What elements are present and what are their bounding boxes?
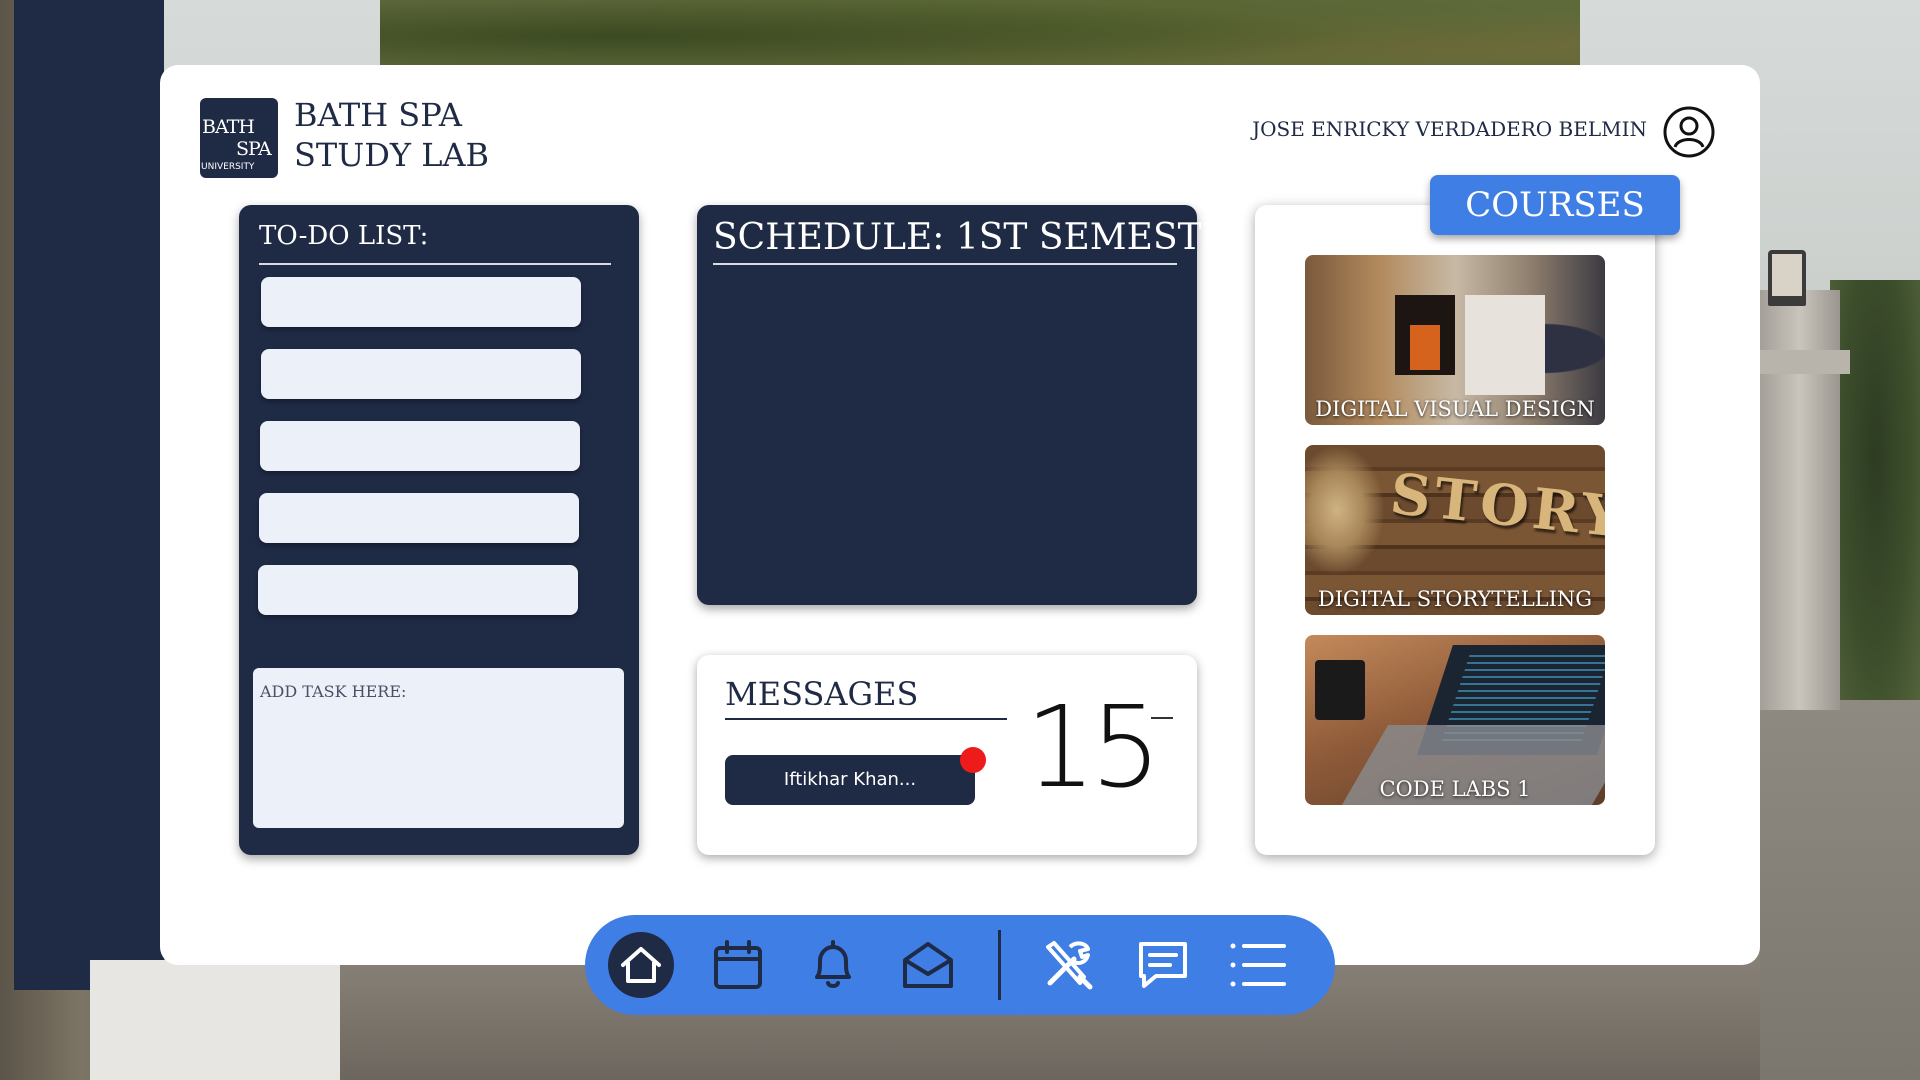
background-pillar-cap xyxy=(1750,350,1850,374)
course-digital-storytelling[interactable]: STORY DIGITAL STORYTELLING xyxy=(1305,445,1605,615)
schedule-divider xyxy=(713,263,1177,265)
schedule-card[interactable]: SCHEDULE: 1ST SEMESTER xyxy=(697,205,1255,605)
nav-separator xyxy=(998,930,1001,1000)
nav-chat-button[interactable] xyxy=(1130,932,1196,998)
schedule-title: SCHEDULE: 1ST SEMESTER xyxy=(713,217,1256,258)
todo-item[interactable] xyxy=(261,277,581,327)
unread-indicator xyxy=(960,747,986,773)
nav-tools-button[interactable] xyxy=(1035,932,1101,998)
background-trees-right xyxy=(1830,280,1920,720)
course-image-letters xyxy=(1305,445,1385,575)
message-count: 15 xyxy=(1025,683,1161,813)
calendar-icon xyxy=(714,940,762,989)
todo-divider xyxy=(259,263,611,265)
logo-text-university: UNIVERSITY xyxy=(201,162,255,172)
courses-card: DIGITAL VISUAL DESIGN STORY DIGITAL STOR… xyxy=(1255,205,1655,855)
course-image-mug xyxy=(1315,660,1365,720)
nav-calendar-button[interactable] xyxy=(705,932,771,998)
courses-tab[interactable]: COURSES xyxy=(1430,175,1680,235)
tools-icon xyxy=(1046,941,1093,990)
add-task-placeholder: ADD TASK HERE: xyxy=(260,682,407,701)
nav-menu-button[interactable] xyxy=(1225,932,1291,998)
mail-open-icon xyxy=(903,942,953,988)
user-name: JOSE ENRICKY VERDADERO BELMIN xyxy=(1252,117,1647,141)
todo-title: TO-DO LIST: xyxy=(259,221,429,251)
todo-item[interactable] xyxy=(258,565,578,615)
messages-divider xyxy=(725,718,1007,720)
todo-item[interactable] xyxy=(261,349,581,399)
app-title-line1: BATH SPA xyxy=(294,96,462,134)
course-image-detail xyxy=(1410,325,1440,370)
bottom-nav xyxy=(585,915,1335,1015)
add-task-input[interactable]: ADD TASK HERE: xyxy=(253,668,624,828)
course-label: DIGITAL STORYTELLING xyxy=(1317,587,1593,611)
course-digital-visual-design[interactable]: DIGITAL VISUAL DESIGN xyxy=(1305,255,1605,425)
logo-text-bath: BATH xyxy=(202,116,255,138)
app-title-line2: STUDY LAB xyxy=(294,136,490,174)
nav-home-button[interactable] xyxy=(608,932,674,998)
app-title: BATH SPA STUDY LAB xyxy=(294,95,489,175)
background-ground xyxy=(1760,700,1920,1080)
chat-icon xyxy=(1139,942,1187,988)
course-label: CODE LABS 1 xyxy=(1379,777,1531,801)
list-menu-icon xyxy=(1230,943,1286,987)
dashboard-panel: BATH SPA UNIVERSITY BATH SPA STUDY LAB J… xyxy=(160,65,1760,965)
todo-card: TO-DO LIST: ADD TASK HERE: xyxy=(239,205,639,855)
course-code-labs-1[interactable]: CODE LABS 1 xyxy=(1305,635,1605,805)
todo-item[interactable] xyxy=(259,493,579,543)
messages-title: MESSAGES xyxy=(725,675,919,713)
home-icon xyxy=(621,947,661,983)
course-image-story-graphic: STORY xyxy=(1387,460,1605,552)
course-label: DIGITAL VISUAL DESIGN xyxy=(1315,397,1595,421)
logo-text-spa: SPA xyxy=(236,138,272,160)
todo-item[interactable] xyxy=(260,421,580,471)
messages-card: MESSAGES Iftikhar Khan... 15 xyxy=(697,655,1197,855)
nav-notifications-button[interactable] xyxy=(800,932,866,998)
bell-icon xyxy=(815,940,851,988)
background-lamp xyxy=(1768,250,1806,306)
nav-mail-button[interactable] xyxy=(895,932,961,998)
university-logo[interactable]: BATH SPA UNIVERSITY xyxy=(200,98,278,178)
message-preview-button[interactable]: Iftikhar Khan... xyxy=(725,755,975,805)
user-circle-icon[interactable] xyxy=(1662,105,1716,159)
course-image-canvas xyxy=(1465,295,1545,395)
background-sign xyxy=(14,0,164,990)
count-dash xyxy=(1151,717,1173,719)
background-sign-base xyxy=(90,960,340,1080)
